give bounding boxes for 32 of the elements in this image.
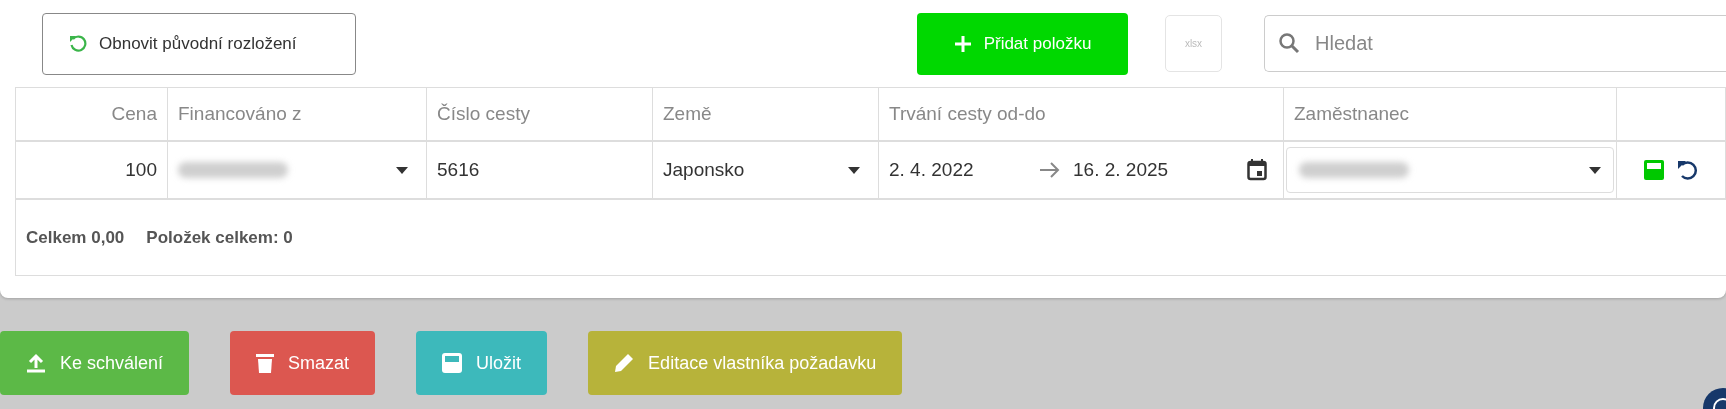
upload-icon (26, 353, 46, 373)
arrow-right-icon (1039, 162, 1061, 178)
save-icon (442, 353, 463, 373)
table-cell: 5616 (427, 142, 653, 200)
column-header: Trvání cesty od-do (879, 88, 1284, 142)
column-header: Financováno z (168, 88, 427, 142)
pencil-icon (614, 353, 635, 373)
restore-layout-button[interactable]: Obnovit původní rozložení (42, 12, 356, 75)
plus-icon (953, 34, 972, 53)
column-header: Zaměstnanec (1284, 88, 1617, 142)
dropdown-caret-icon[interactable] (396, 166, 408, 174)
column-header: Číslo cesty (427, 88, 653, 142)
date-from-field[interactable]: 2. 4. 2022 (889, 155, 1039, 185)
add-item-button[interactable]: Přidat položku (917, 12, 1128, 75)
edit-button[interactable]: Editace vlastníka požadavku (588, 331, 903, 395)
delete-button[interactable]: Smazat (230, 331, 376, 395)
table-cell: 100 (16, 142, 168, 200)
total-sum: Celkem 0,00 (26, 226, 125, 249)
search-icon (1278, 32, 1300, 54)
dropdown-caret-icon (1589, 166, 1601, 174)
search-field[interactable]: Hledat (1264, 15, 1726, 72)
calendar-icon[interactable] (1247, 159, 1267, 181)
item-count: Položek celkem: 0 (146, 226, 293, 249)
save-button[interactable]: Uložit (416, 331, 548, 395)
trash-icon (256, 353, 275, 373)
column-header: Cena (16, 88, 168, 142)
date-to-field[interactable]: 16. 2. 2025 (1073, 155, 1169, 185)
undo-icon[interactable] (1677, 159, 1699, 181)
undo-icon (69, 34, 87, 53)
country-dropdown[interactable]: Japonsko (653, 142, 879, 200)
submit-button[interactable]: Ke schválení (0, 331, 190, 395)
column-header: Země (653, 88, 879, 142)
